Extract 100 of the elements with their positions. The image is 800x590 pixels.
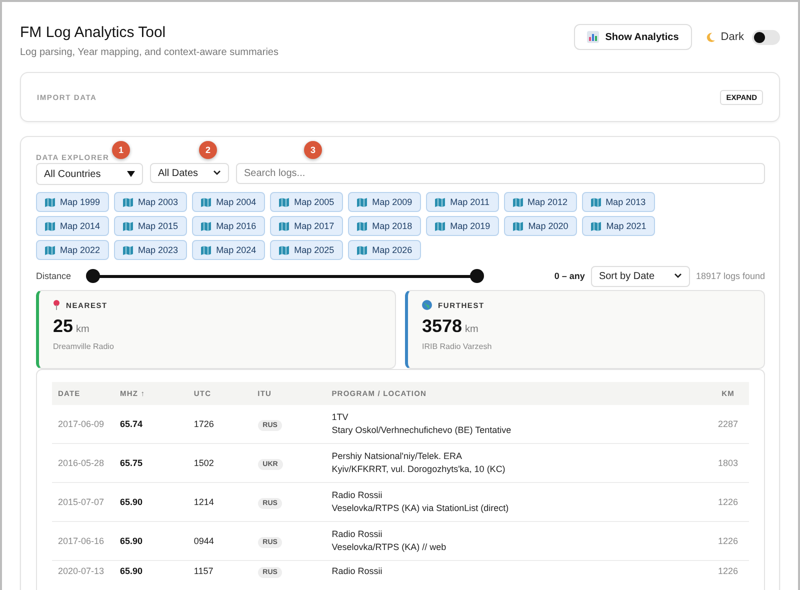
show-analytics-button[interactable]: Show Analytics — [574, 24, 692, 50]
dark-mode-toggle[interactable] — [752, 30, 780, 44]
utc-cell: 0944 — [188, 522, 252, 560]
step-badge: 2 — [199, 141, 217, 159]
program-name: 1TV — [332, 411, 350, 424]
map-chip[interactable]: Map 2021 — [582, 216, 656, 236]
map-chip[interactable]: Map 2017 — [270, 216, 344, 236]
location-text: Kyiv/KFKRRT, vul. Dorogozhyts'ka, 10 (KC) — [332, 463, 506, 476]
map-icon — [279, 222, 290, 230]
distance-cell: 1226 — [707, 522, 749, 560]
date-select[interactable]: All Dates — [150, 163, 229, 183]
distance-reading: 0 – any — [554, 271, 585, 281]
sort-select[interactable]: Sort by Date — [590, 266, 690, 286]
search-field[interactable]: Search logs... — [236, 163, 765, 184]
map-icon — [123, 222, 134, 230]
frequency-cell: 65.90 — [114, 560, 188, 590]
map-icon — [45, 246, 55, 254]
date-cell: 2015-07-07 — [52, 482, 114, 522]
stat-value: 25 — [53, 316, 74, 337]
utc-cell: 1157 — [188, 560, 252, 590]
map-chip[interactable]: Map 2026 — [348, 240, 422, 260]
map-icon — [123, 246, 134, 254]
location-text: Veselovka/RTPS (KA) via StationList (direct) — [332, 502, 510, 515]
map-chip[interactable]: Map 2019 — [426, 216, 500, 236]
map-chip[interactable]: Map 2004 — [192, 192, 266, 212]
map-icon — [201, 198, 212, 206]
station-name: IRIB Radio Varzesh — [422, 342, 493, 351]
map-icon — [45, 222, 55, 230]
map-icon — [435, 222, 446, 230]
bar-chart-icon — [587, 31, 600, 43]
map-icon — [123, 198, 134, 206]
app-subtitle: Log parsing, Year mapping, and context-aware summaries — [20, 47, 278, 58]
map-chip[interactable]: Map 2014 — [36, 216, 110, 236]
frequency-cell: 65.90 — [114, 522, 188, 560]
map-chip[interactable]: Map 2011 — [426, 192, 499, 212]
map-chip[interactable]: Map 1999 — [36, 192, 110, 212]
map-chip[interactable]: Map 2015 — [114, 216, 188, 236]
map-chip[interactable]: Map 2016 — [192, 216, 266, 236]
map-chip[interactable]: Map 2005 — [270, 192, 344, 212]
program-name: Radio Rossii — [332, 489, 384, 502]
map-icon — [591, 222, 602, 230]
date-cell: 2017-06-09 — [52, 405, 114, 444]
map-chip[interactable]: Map 2013 — [582, 192, 655, 212]
frequency-cell: 65.75 — [114, 444, 188, 482]
utc-cell: 1726 — [188, 405, 252, 444]
station-name: Dreamville Radio — [53, 342, 115, 351]
map-icon — [279, 246, 290, 254]
moon-icon — [704, 32, 716, 42]
map-chip[interactable]: Map 2024 — [192, 240, 266, 260]
map-chip[interactable]: Map 2003 — [114, 192, 188, 212]
chevron-down-icon — [674, 273, 682, 279]
app-title: FM Log Analytics Tool — [20, 24, 167, 41]
stat-unit: km — [465, 324, 478, 335]
program-name: Pershiy Natsional'niy/Telek. ERA — [332, 450, 463, 463]
utc-cell: 1214 — [188, 482, 252, 522]
stat-value: 3578 — [422, 316, 462, 337]
distance-cell: 2287 — [707, 405, 749, 444]
program-name: Radio Rossii — [332, 565, 384, 578]
country-select[interactable]: All Countries — [36, 163, 143, 185]
map-icon — [357, 222, 368, 230]
step-badge: 1 — [112, 141, 130, 159]
map-icon — [45, 198, 55, 206]
distance-slider[interactable] — [86, 269, 484, 283]
map-icon — [357, 246, 368, 254]
pin-icon — [53, 300, 60, 310]
date-cell: 2020-07-13 — [52, 560, 114, 590]
map-chip[interactable]: Map 2020 — [504, 216, 578, 236]
location-text: Stary Oskol/Verhnechufichevo (BE) Tentative — [332, 424, 512, 437]
stat-unit: km — [76, 324, 90, 335]
date-cell: 2016-05-28 — [52, 444, 114, 482]
map-icon — [357, 198, 368, 206]
distance-cell: 1803 — [707, 444, 749, 482]
frequency-cell: 65.90 — [114, 482, 188, 522]
utc-cell: 1502 — [188, 444, 252, 482]
map-chip[interactable]: Map 2009 — [348, 192, 422, 212]
map-icon — [512, 198, 523, 206]
log-count: 18917 logs found — [696, 271, 765, 281]
slider-thumb[interactable] — [86, 269, 100, 283]
step-badge: 3 — [304, 141, 322, 159]
map-icon — [435, 198, 446, 206]
map-icon — [279, 198, 290, 206]
map-chip[interactable]: Map 2018 — [348, 216, 422, 236]
map-icon — [201, 246, 212, 254]
map-chip[interactable]: Map 2022 — [36, 240, 110, 260]
caret-icon — [127, 171, 135, 177]
map-chip[interactable]: Map 2023 — [114, 240, 188, 260]
map-icon — [590, 198, 601, 206]
map-chip[interactable]: Map 2012 — [504, 192, 577, 212]
map-icon — [513, 222, 524, 230]
date-cell: 2017-06-16 — [52, 522, 114, 560]
distance-cell: 1226 — [707, 560, 749, 590]
distance-label: Distance — [36, 271, 72, 281]
map-chip[interactable]: Map 2025 — [270, 240, 344, 260]
slider-thumb[interactable] — [470, 269, 484, 283]
location-text: Veselovka/RTPS (KA) // web — [332, 541, 448, 554]
frequency-cell: 65.74 — [114, 405, 188, 444]
map-icon — [201, 222, 212, 230]
dark-label: Dark — [720, 31, 744, 43]
program-name: Radio Rossii — [332, 528, 384, 541]
distance-cell: 1226 — [707, 482, 749, 522]
